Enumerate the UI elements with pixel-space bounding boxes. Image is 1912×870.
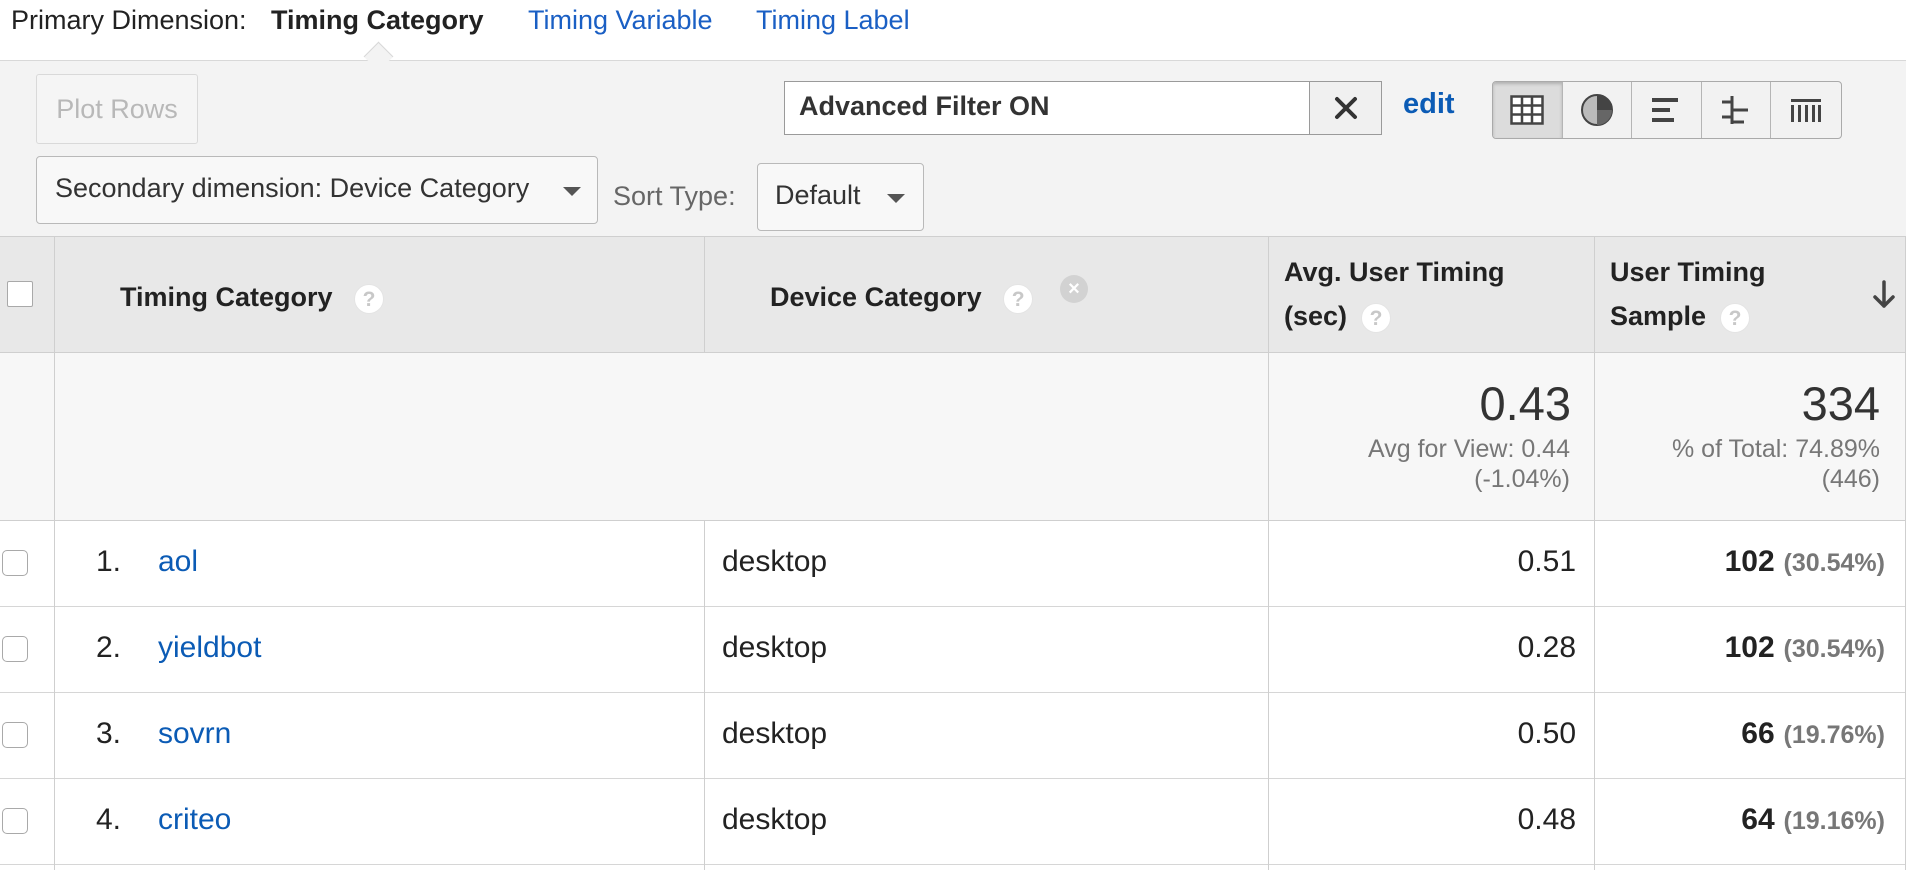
help-icon[interactable]: ? (1003, 283, 1034, 314)
plot-rows-button[interactable]: Plot Rows (36, 74, 198, 144)
advanced-filter-text: Advanced Filter ON (799, 91, 1050, 121)
help-icon[interactable]: ? (1720, 302, 1751, 333)
avg-timing-cell: 0.48 (1517, 803, 1576, 836)
sample-cell: 102 (30.54%) (1725, 545, 1885, 579)
column-title-avg-user-timing-unit: (sec) (1284, 301, 1348, 331)
close-icon (1334, 97, 1357, 119)
device-category-cell: desktop (722, 717, 828, 750)
summary-row (0, 353, 1906, 521)
row-checkbox[interactable] (2, 550, 28, 576)
column-title-timing-category: Timing Category (120, 282, 333, 312)
summary-sample-total: (446) (1821, 465, 1880, 493)
table-toolbar: Plot Rows Advanced Filter ON edit Second… (0, 60, 1906, 237)
pivot-icon (1791, 99, 1822, 122)
sample-value: 64 (1741, 803, 1775, 836)
sample-value: 102 (1724, 545, 1775, 578)
device-category-cell: desktop (722, 803, 828, 836)
bar-list-icon (1652, 98, 1679, 122)
avg-timing-cell: 0.50 (1517, 717, 1576, 750)
column-title-device-category: Device Category (770, 282, 982, 312)
timing-category-link[interactable]: criteo (158, 803, 231, 837)
avg-timing-cell: 0.51 (1517, 545, 1576, 578)
device-category-cell: desktop (722, 545, 828, 578)
timing-category-link[interactable]: sovrn (158, 717, 231, 751)
summary-avg-change: (-1.04%) (1474, 465, 1570, 493)
chevron-down-icon (887, 194, 905, 203)
pivot-view-button[interactable] (1771, 82, 1841, 138)
device-category-cell: desktop (722, 631, 828, 664)
column-divider (54, 236, 55, 870)
select-all-checkbox[interactable] (7, 281, 33, 307)
row-checkbox[interactable] (2, 808, 28, 834)
remove-dimension-icon[interactable]: × (1060, 275, 1088, 303)
summary-sample-percent: % of Total: 74.89% (1671, 435, 1880, 463)
avg-timing-cell: 0.28 (1517, 631, 1576, 664)
edit-filter-link[interactable]: edit (1403, 88, 1455, 121)
secondary-dimension-select[interactable]: Secondary dimension: Device Category (36, 156, 598, 224)
primary-dimension-timing-variable[interactable]: Timing Variable (528, 5, 713, 36)
column-title-avg-user-timing: Avg. User Timing (1284, 257, 1505, 287)
sort-type-value: Default (775, 180, 861, 210)
pie-chart-icon (1580, 94, 1613, 126)
row-index: 1. (96, 545, 122, 578)
comparison-view-button[interactable] (1702, 82, 1772, 138)
summary-avg-view: Avg for View: 0.44 (1368, 435, 1570, 463)
column-title-user-timing-sample-2: Sample (1610, 301, 1707, 331)
comparison-icon (1722, 96, 1749, 124)
summary-sample-value: 334 (1801, 377, 1880, 430)
timing-category-link[interactable]: yieldbot (158, 631, 261, 665)
column-title-user-timing-sample: User Timing (1610, 257, 1766, 287)
primary-dimension-bar: Primary Dimension: Timing Category Timin… (0, 0, 1912, 60)
column-header-avg-user-timing[interactable]: Avg. User Timing (sec)? (1284, 250, 1505, 338)
table-row (0, 607, 1906, 693)
table-view-button[interactable] (1493, 82, 1563, 138)
sample-percent: (19.16%) (1783, 807, 1885, 835)
column-header-timing-category[interactable]: Timing Category ? (120, 275, 385, 319)
clear-filter-button[interactable] (1310, 81, 1382, 135)
row-checkbox[interactable] (2, 722, 28, 748)
sample-value: 102 (1724, 631, 1775, 664)
sample-cell: 66 (19.76%) (1741, 717, 1885, 751)
sort-type-label: Sort Type: (613, 181, 736, 211)
primary-dimension-active[interactable]: Timing Category (271, 5, 484, 36)
timing-category-link[interactable]: aol (158, 545, 198, 579)
secondary-dimension-label: Secondary dimension: Device Category (55, 173, 530, 203)
sample-percent: (30.54%) (1783, 635, 1885, 663)
column-divider (704, 521, 705, 870)
sort-type-select[interactable]: Default (757, 163, 924, 231)
column-divider (1905, 236, 1906, 870)
row-checkbox[interactable] (2, 636, 28, 662)
primary-dimension-timing-label[interactable]: Timing Label (756, 5, 910, 36)
table-row (0, 693, 1906, 779)
column-header-user-timing-sample[interactable]: User Timing Sample? (1610, 250, 1766, 338)
table-row (0, 521, 1906, 607)
row-index: 2. (96, 631, 122, 664)
summary-avg-value: 0.43 (1479, 377, 1571, 430)
column-divider (1594, 236, 1595, 870)
sample-percent: (19.76%) (1783, 721, 1885, 749)
help-icon[interactable]: ? (1361, 302, 1392, 333)
advanced-filter-field[interactable]: Advanced Filter ON (784, 81, 1310, 135)
view-mode-group (1492, 81, 1842, 139)
chevron-down-icon (563, 187, 581, 196)
row-index: 3. (96, 717, 122, 750)
performance-view-button[interactable] (1632, 82, 1702, 138)
table-grid-icon (1510, 95, 1545, 125)
sample-cell: 102 (30.54%) (1725, 631, 1885, 665)
primary-dimension-label: Primary Dimension: (11, 5, 247, 35)
help-icon[interactable]: ? (354, 283, 385, 314)
pie-view-button[interactable] (1563, 82, 1633, 138)
row-index: 4. (96, 803, 122, 836)
sort-descending-icon[interactable] (1872, 280, 1896, 310)
column-divider (704, 236, 705, 353)
sample-percent: (30.54%) (1783, 549, 1885, 577)
column-header-device-category[interactable]: Device Category ? (770, 275, 1034, 319)
sample-value: 66 (1741, 717, 1775, 750)
sample-cell: 64 (19.16%) (1741, 803, 1885, 837)
table-row (0, 779, 1906, 865)
column-divider (1268, 236, 1269, 870)
